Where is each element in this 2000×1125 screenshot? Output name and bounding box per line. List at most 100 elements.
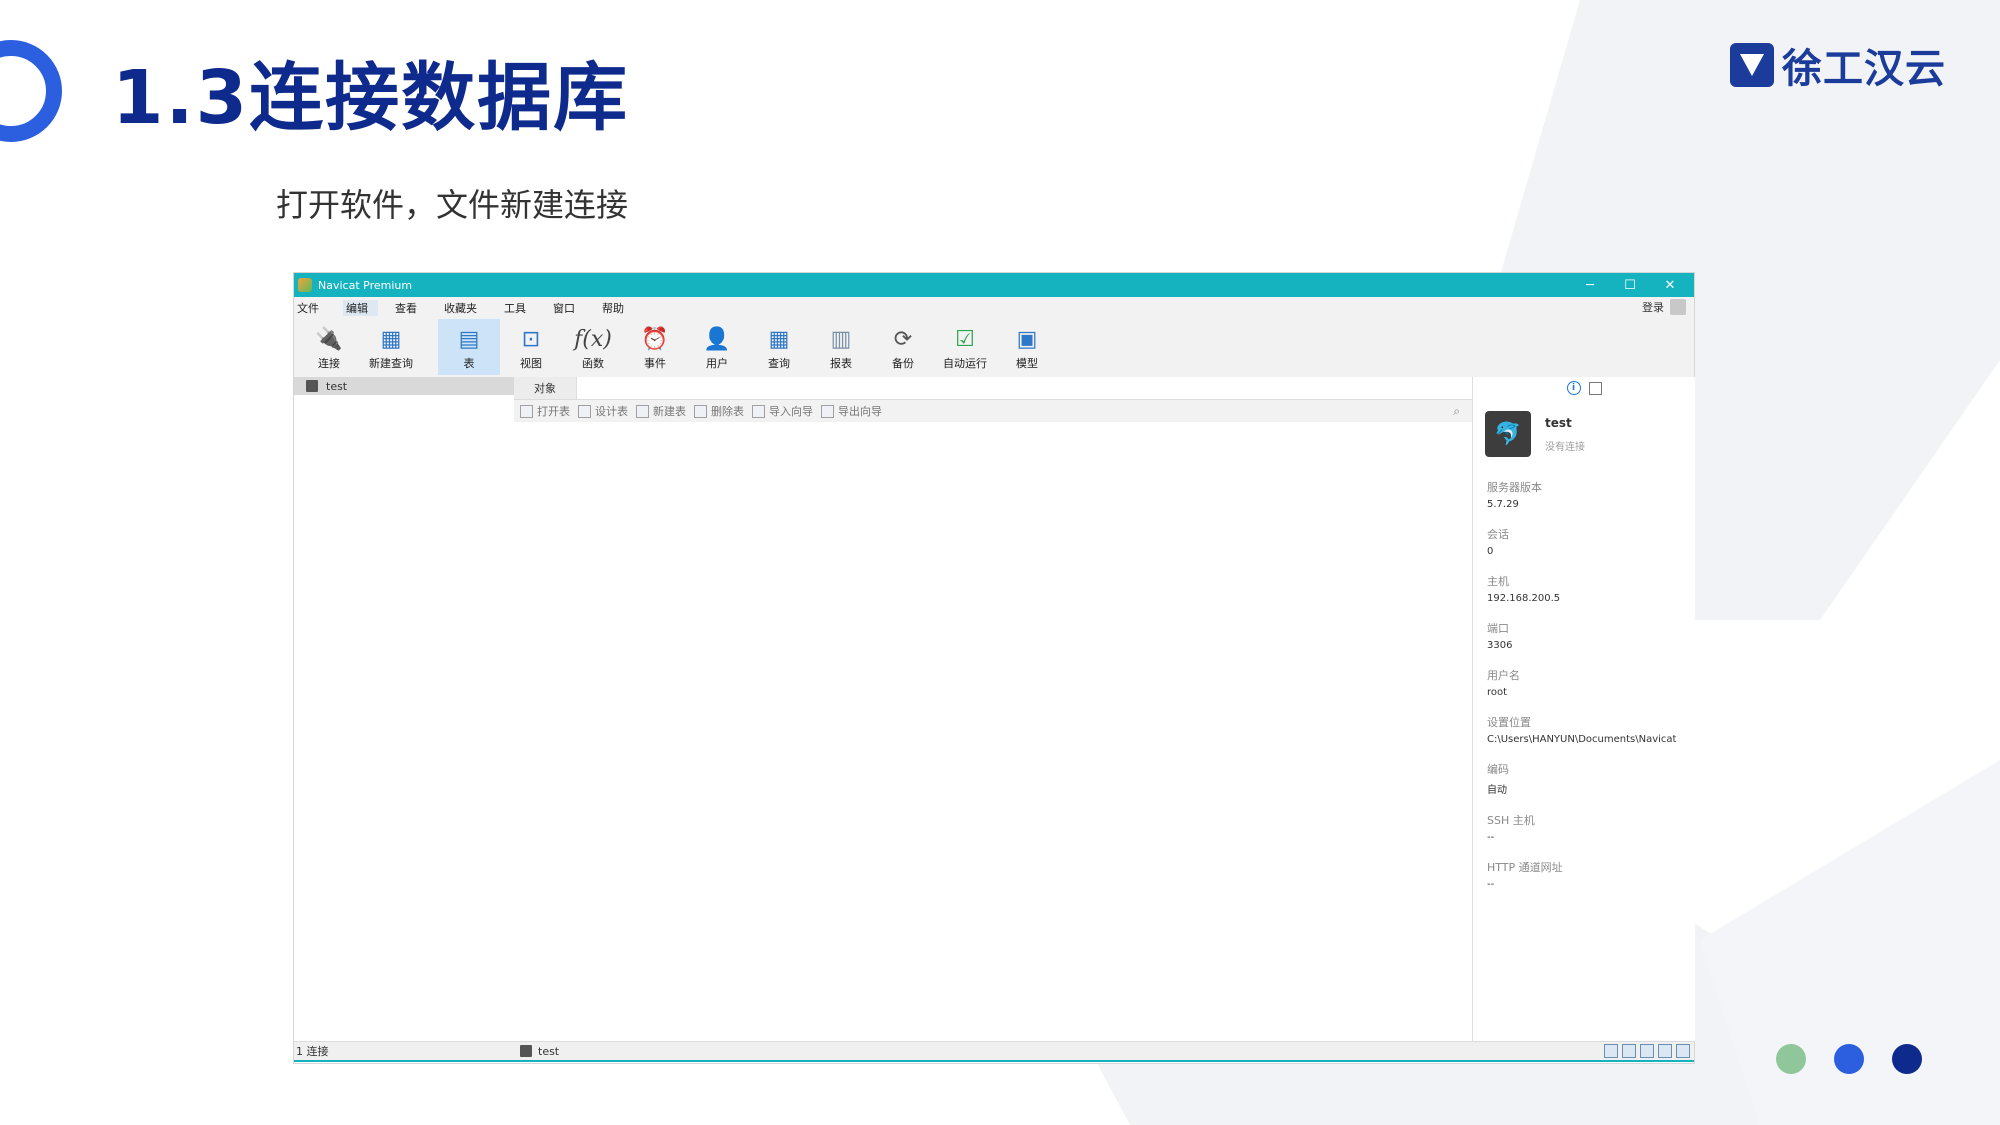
toolbar-report-button[interactable]: ▥ 报表 xyxy=(810,319,872,375)
property-key: 主机 xyxy=(1487,575,1509,588)
property-value: -- xyxy=(1487,879,1495,890)
plug-icon: 🔌 xyxy=(315,326,343,352)
tab-objects[interactable]: 对象 xyxy=(514,377,576,399)
toolbar-view-button[interactable]: ⊡ 视图 xyxy=(500,319,562,375)
view-mode-buttons xyxy=(1604,1044,1690,1058)
property-encoding: 编码 自动 xyxy=(1487,761,1695,796)
info-icon[interactable]: i xyxy=(1566,381,1581,395)
new-table-label: 新建表 xyxy=(653,405,686,418)
toolbar-backup-button[interactable]: ⟳ 备份 xyxy=(872,319,934,375)
connection-tree-label: test xyxy=(326,379,348,393)
tab-bar-space xyxy=(576,377,1472,399)
toolbar-event-button[interactable]: ⏰ 事件 xyxy=(624,319,686,375)
toolbar-model-button[interactable]: ▣ 模型 xyxy=(996,319,1058,375)
property-value: 5.7.29 xyxy=(1487,499,1519,510)
connection-icon xyxy=(520,1045,532,1057)
menu-help[interactable]: 帮助 xyxy=(599,300,634,316)
menu-edit[interactable]: 编辑 xyxy=(343,300,378,316)
export-icon xyxy=(821,404,834,418)
toolbar-function-button[interactable]: f(x) 函数 xyxy=(562,319,624,375)
property-settings-location: 设置位置 C:\Users\HANYUN\Documents\Navicat xyxy=(1487,714,1695,745)
tab-bar: 对象 xyxy=(514,377,1472,400)
view-icon: ⊡ xyxy=(521,326,541,352)
status-connection-count: 1 连接 xyxy=(296,1045,329,1058)
list-view-icon[interactable] xyxy=(1622,1044,1636,1058)
property-value: C:\Users\HANYUN\Documents\Navicat xyxy=(1487,734,1677,745)
property-server-version: 服务器版本 5.7.29 xyxy=(1487,479,1695,510)
toolbar-label: 自动运行 xyxy=(943,357,987,370)
avatar-icon[interactable] xyxy=(1670,299,1686,315)
menu-favorites[interactable]: 收藏夹 xyxy=(441,300,487,316)
function-icon: f(x) xyxy=(574,326,612,352)
toolbar-query-button[interactable]: ▦ 查询 xyxy=(748,319,810,375)
decoration-dots xyxy=(1776,1044,1922,1074)
detail-view-icon[interactable] xyxy=(1640,1044,1654,1058)
status-bar: 1 连接 test xyxy=(294,1041,1694,1062)
menu-window[interactable]: 窗口 xyxy=(550,300,585,316)
import-wizard-button[interactable]: 导入向导 xyxy=(752,403,813,419)
search-icon[interactable]: ⌕ xyxy=(1453,404,1460,419)
minimize-button[interactable]: ─ xyxy=(1570,273,1610,297)
property-value: -- xyxy=(1487,832,1495,843)
menu-tools[interactable]: 工具 xyxy=(501,300,536,316)
model-icon: ▣ xyxy=(1016,326,1038,352)
maximize-button[interactable]: ☐ xyxy=(1610,273,1650,297)
toolbar-user-button[interactable]: 👤 用户 xyxy=(686,319,748,375)
title-bar: Navicat Premium ─ ☐ ✕ xyxy=(294,273,1694,297)
design-table-button[interactable]: 设计表 xyxy=(578,403,628,419)
logo-text: 徐工汉云 xyxy=(1782,46,1946,92)
toolbar-label: 用户 xyxy=(706,357,728,370)
property-value: 自动 xyxy=(1487,785,1507,796)
login-area[interactable]: 登录 xyxy=(1642,299,1686,315)
toggle-left-pane-icon[interactable] xyxy=(1658,1044,1672,1058)
slide-title: 1.3连接数据库 xyxy=(112,55,630,141)
property-host: 主机 192.168.200.5 xyxy=(1487,573,1695,604)
object-toolbar: 打开表 设计表 新建表 删除表 导入向导 导出向导 ⌕ xyxy=(514,400,1472,422)
new-query-icon: ▦ xyxy=(380,326,402,352)
toolbar-table-button[interactable]: ▤ 表 xyxy=(438,319,500,375)
toolbar-connect-button[interactable]: 🔌 连接 xyxy=(298,319,360,375)
automation-icon: ☑ xyxy=(955,326,975,352)
close-button[interactable]: ✕ xyxy=(1650,273,1690,297)
menu-view[interactable]: 查看 xyxy=(392,300,427,316)
import-icon xyxy=(752,404,765,418)
toolbar-label: 连接 xyxy=(318,357,340,370)
property-key: 服务器版本 xyxy=(1487,481,1542,494)
delete-table-button[interactable]: 删除表 xyxy=(694,403,744,419)
import-wizard-label: 导入向导 xyxy=(769,405,813,418)
toolbar-label: 备份 xyxy=(892,357,914,370)
toolbar-label: 查询 xyxy=(768,357,790,370)
toggle-right-pane-icon[interactable] xyxy=(1676,1044,1690,1058)
export-wizard-label: 导出向导 xyxy=(838,405,882,418)
object-pane: 对象 打开表 设计表 新建表 删除表 导入向导 导出向导 ⌕ xyxy=(514,377,1472,1041)
ddl-icon[interactable] xyxy=(1588,381,1602,395)
connection-card: 🐬 test 没有连接 xyxy=(1473,399,1695,457)
connection-tree-item[interactable]: test xyxy=(294,377,514,395)
open-table-button[interactable]: 打开表 xyxy=(520,403,570,419)
property-ssh-host: SSH 主机 -- xyxy=(1487,812,1695,843)
property-username: 用户名 root xyxy=(1487,667,1695,698)
query-icon: ▦ xyxy=(768,326,790,352)
login-label[interactable]: 登录 xyxy=(1642,299,1664,315)
new-table-button[interactable]: 新建表 xyxy=(636,403,686,419)
toolbar-label: 报表 xyxy=(830,357,852,370)
property-key: 会话 xyxy=(1487,528,1509,541)
export-wizard-button[interactable]: 导出向导 xyxy=(821,403,882,419)
toolbar-label: 表 xyxy=(463,357,475,370)
connection-state: 没有连接 xyxy=(1545,441,1585,453)
mysql-dolphin-icon: 🐬 xyxy=(1485,411,1531,457)
toolbar-new-query-button[interactable]: ▦ 新建查询 xyxy=(360,319,422,375)
toolbar-label: 事件 xyxy=(644,357,666,370)
info-pane-header: i xyxy=(1473,377,1695,399)
property-key: 用户名 xyxy=(1487,669,1520,682)
open-table-icon xyxy=(520,404,533,418)
navicat-window: Navicat Premium ─ ☐ ✕ 文件 编辑 查看 收藏夹 工具 窗口… xyxy=(294,273,1695,1063)
grid-view-icon[interactable] xyxy=(1604,1044,1618,1058)
toolbar-automation-button[interactable]: ☑ 自动运行 xyxy=(934,319,996,375)
clock-icon: ⏰ xyxy=(641,326,669,352)
property-value: root xyxy=(1487,687,1508,698)
design-table-label: 设计表 xyxy=(595,405,628,418)
menu-file[interactable]: 文件 xyxy=(294,300,329,316)
property-value: 0 xyxy=(1487,546,1494,557)
property-key: SSH 主机 xyxy=(1487,814,1535,827)
